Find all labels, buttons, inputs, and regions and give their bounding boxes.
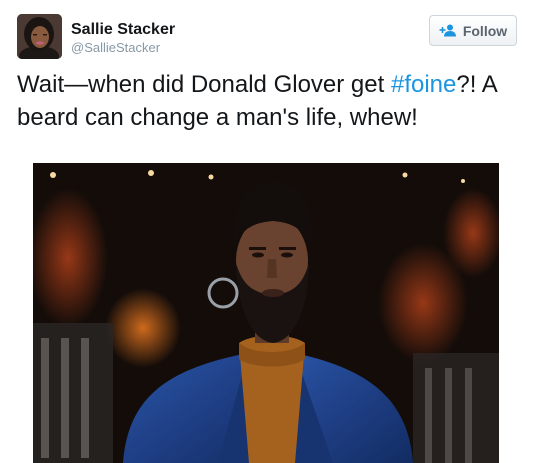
follow-button[interactable]: Follow	[429, 15, 517, 46]
author-name[interactable]: Sallie Stacker	[71, 21, 175, 39]
follow-label: Follow	[462, 22, 508, 39]
tweet-header: Sallie Stacker @SallieStacker Follow	[0, 0, 541, 64]
photo-image	[33, 163, 499, 463]
author-handle[interactable]: @SallieStacker	[71, 40, 160, 55]
avatar-image	[17, 14, 62, 59]
avatar[interactable]	[17, 14, 62, 59]
tweet-text-before: Wait—when did Donald Glover get	[17, 71, 391, 98]
hashtag-link[interactable]: #foine	[391, 71, 456, 98]
tweet-text: Wait—when did Donald Glover get #foine?!…	[17, 68, 527, 134]
tweet-photo[interactable]	[33, 163, 499, 463]
add-user-icon	[439, 24, 457, 37]
